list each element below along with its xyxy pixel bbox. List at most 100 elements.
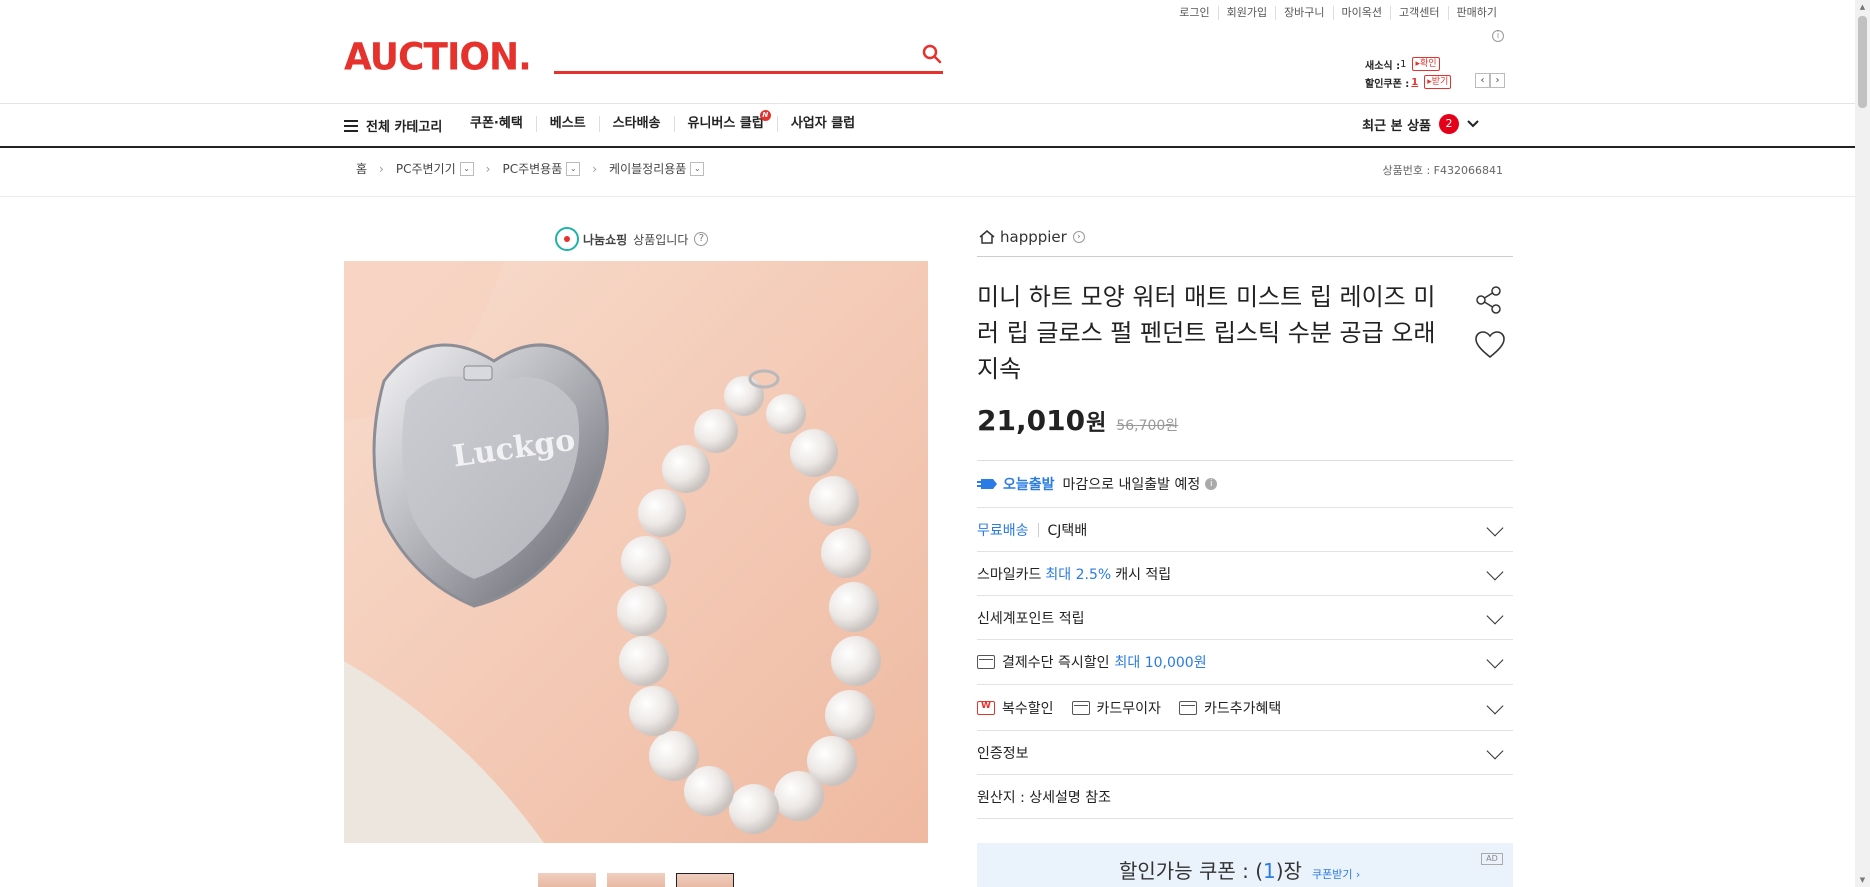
heart-icon[interactable]: [1474, 330, 1506, 360]
news-check-button[interactable]: ▸확인: [1412, 57, 1440, 71]
scroll-down-icon[interactable]: ▼: [1858, 876, 1867, 884]
customer-center-link[interactable]: 고객센터: [1390, 6, 1447, 20]
card-icon: [1071, 700, 1090, 715]
product-photo: Luckgo: [344, 261, 928, 843]
nav-star-delivery[interactable]: 스타배송: [598, 116, 674, 132]
ad-badge: AD: [1481, 853, 1503, 865]
info-icon[interactable]: i: [1492, 30, 1504, 42]
card-installment-label: 카드무이자: [1096, 700, 1161, 717]
coupon-get-link[interactable]: 쿠폰받기 ›: [1312, 866, 1360, 882]
my-auction-link[interactable]: 마이옥션: [1332, 6, 1390, 20]
dropdown-icon[interactable]: ⌄: [690, 161, 705, 176]
payment-discount-amount: 최대 10,000원: [1114, 655, 1207, 671]
coupon-row: 할인쿠폰 : 1 ▸받기: [1365, 74, 1452, 90]
chevron-down-icon: [1486, 697, 1504, 714]
all-categories-label: 전체 카테고리: [366, 120, 443, 135]
product-main-image[interactable]: Luckgo: [344, 261, 928, 843]
chevron-right-icon: ›: [592, 161, 598, 176]
dropdown-icon[interactable]: ⌄: [566, 161, 581, 176]
product-page: 로그인 회원가입 장바구니 마이옥션 고객센터 판매하기 i AUCTION. …: [0, 0, 1870, 887]
sharing-shop-brand: 나눔쇼핑: [583, 232, 628, 247]
search-icon[interactable]: [922, 44, 942, 64]
nav-universe-club-label: 유니버스 클럽: [687, 116, 764, 131]
nav-business-club[interactable]: 사업자 클럽: [776, 116, 868, 132]
courier-label: CJ택배: [1047, 522, 1088, 539]
chevron-right-icon: ›: [1072, 231, 1085, 243]
next-arrow-icon[interactable]: ›: [1490, 73, 1505, 88]
help-icon[interactable]: ?: [694, 232, 709, 246]
today-ship-text: 마감으로 내일출발 예정: [1062, 477, 1201, 493]
cart-link[interactable]: 장바구니: [1275, 6, 1332, 20]
sale-price: 21,010: [977, 404, 1086, 437]
sharing-shop-logo-icon: [555, 227, 579, 251]
origin-label: 원산지 : 상세설명 참조: [977, 789, 1111, 806]
card-benefit-icon: [1178, 700, 1197, 715]
search-bar: [554, 40, 943, 74]
chevron-down-icon: [1486, 742, 1504, 759]
scroll-thumb[interactable]: [1858, 16, 1867, 108]
breadcrumb-item[interactable]: PC주변용품: [502, 160, 562, 177]
category-links: 쿠폰·혜택 베스트 스타배송 유니버스 클럽 N 사업자 클럽: [470, 110, 868, 132]
certification-row[interactable]: 인증정보: [977, 731, 1513, 775]
shipping-row[interactable]: 무료배송 CJ택배: [977, 508, 1513, 552]
utility-nav: 로그인 회원가입 장바구니 마이옥션 고객센터 판매하기: [1171, 6, 1505, 20]
recent-viewed-button[interactable]: 최근 본 상품 2: [1362, 114, 1479, 134]
breadcrumb-home[interactable]: 홈: [356, 160, 367, 177]
home-icon: [979, 230, 995, 244]
chevron-right-icon: ›: [379, 161, 384, 176]
seller-link[interactable]: happpier ›: [978, 228, 1085, 246]
thumbnail[interactable]: [538, 873, 596, 887]
nav-best[interactable]: 베스트: [535, 116, 599, 132]
breadcrumb: 홈 › PC주변기기 ⌄ › PC주변용품 ⌄ › 케이블정리용품 ⌄: [356, 160, 705, 177]
search-input[interactable]: [554, 40, 894, 70]
sharing-shop-badge: 나눔쇼핑 상품입니다 ?: [555, 227, 709, 251]
info-icon[interactable]: i: [1205, 478, 1218, 490]
signup-link[interactable]: 회원가입: [1217, 6, 1275, 20]
sharing-shop-text: 상품입니다: [633, 232, 689, 247]
scroll-up-icon[interactable]: ▲: [1858, 3, 1867, 11]
today-shipping-row: 오늘출발 마감으로 내일출발 예정 i: [977, 461, 1513, 508]
certification-label: 인증정보: [977, 745, 1029, 762]
thumbnail[interactable]: [607, 873, 665, 887]
fast-delivery-icon: [977, 479, 997, 489]
card-benefits-row[interactable]: 복수할인 카드무이자 카드추가혜택: [977, 685, 1513, 731]
prev-arrow-icon[interactable]: ‹: [1475, 73, 1490, 88]
sell-link[interactable]: 판매하기: [1447, 6, 1505, 20]
breadcrumb-item[interactable]: 케이블정리용품: [609, 160, 686, 177]
dropdown-icon[interactable]: ⌄: [459, 161, 474, 176]
smilecard-label: 스마일카드: [977, 566, 1042, 583]
new-badge: N: [759, 110, 771, 121]
shinsegae-row[interactable]: 신세계포인트 적립: [977, 596, 1513, 640]
scrollbar[interactable]: ▲ ▼: [1855, 0, 1870, 887]
original-price: 56,700원: [1116, 418, 1179, 434]
product-number: 상품번호 : F432066841: [1382, 164, 1504, 177]
today-ship-badge: 오늘출발: [1003, 477, 1055, 493]
news-count: 1: [1400, 58, 1407, 70]
origin-row: 원산지 : 상세설명 참조: [977, 775, 1513, 819]
nav-coupon-benefit[interactable]: 쿠폰·혜택: [470, 116, 536, 132]
chevron-down-icon: [1486, 563, 1504, 580]
payment-discount-row[interactable]: 결제수단 즉시할인 최대 10,000원: [977, 640, 1513, 685]
auction-logo[interactable]: AUCTION.: [344, 36, 532, 79]
recent-viewed-label: 최근 본 상품: [1362, 118, 1431, 134]
coupon-count[interactable]: 1: [1411, 77, 1418, 88]
coupon-get-button[interactable]: ▸받기: [1424, 75, 1452, 89]
payment-discount-label: 결제수단 즉시할인: [1002, 655, 1110, 671]
share-icon[interactable]: [1474, 285, 1504, 315]
seller-name: happpier: [1000, 228, 1067, 246]
nav-universe-club[interactable]: 유니버스 클럽 N: [673, 110, 777, 132]
hamburger-icon: [344, 119, 358, 132]
smilecard-row[interactable]: 스마일카드 최대 2.5% 캐시 적립: [977, 552, 1513, 596]
login-link[interactable]: 로그인: [1171, 6, 1217, 20]
coupon-count: 1: [1263, 859, 1276, 883]
thumbnail-active[interactable]: [676, 873, 734, 887]
discount-icon: [977, 655, 995, 669]
chevron-down-icon: [1486, 519, 1504, 536]
coupon-label: 할인가능 쿠폰 : (: [1119, 859, 1264, 883]
thumbnail-strip: [538, 873, 745, 887]
all-categories-button[interactable]: 전체 카테고리: [344, 116, 442, 135]
recent-count-badge: 2: [1439, 114, 1459, 134]
product-title: 미니 하트 모양 워터 매트 미스트 립 레이즈 미러 립 글로스 펄 펜던트 …: [977, 283, 1436, 383]
breadcrumb-item[interactable]: PC주변기기: [396, 160, 456, 177]
card-benefit: 카드추가혜택: [1178, 698, 1281, 718]
